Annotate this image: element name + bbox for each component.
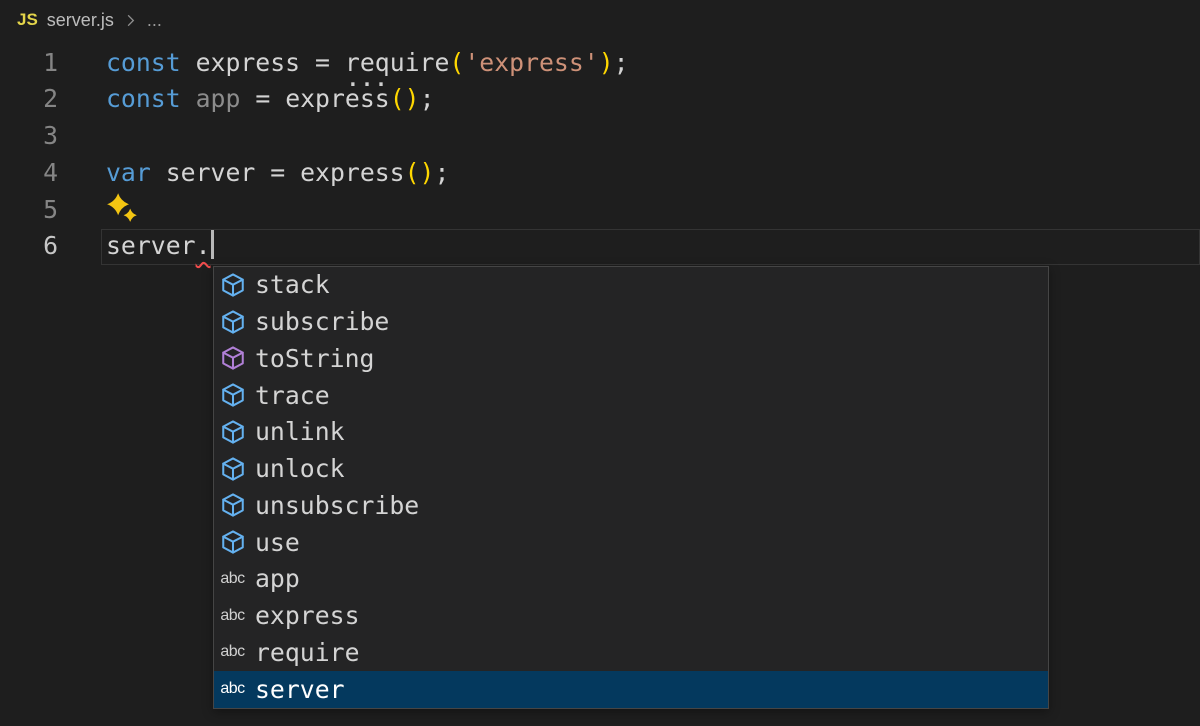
symbol-method-icon: [219, 382, 246, 409]
text-cursor: [211, 230, 214, 259]
code-text: const express = require('express');: [106, 45, 629, 82]
symbol-text-icon: abc: [219, 639, 246, 666]
token-plain: express: [285, 84, 390, 113]
suggest-item-require[interactable]: abc require: [214, 634, 1048, 671]
token-keyword: var: [106, 158, 151, 187]
breadcrumb-ellipsis[interactable]: ...: [147, 10, 162, 31]
token-plain: ;: [434, 158, 449, 187]
token-bracket: (: [449, 48, 464, 77]
token-bracket: (): [390, 84, 420, 113]
symbol-method-icon: [219, 529, 246, 556]
suggest-item-label: server: [255, 675, 345, 704]
token-plain: ;: [420, 84, 435, 113]
token-plain: =: [240, 84, 285, 113]
token-bracket: ): [599, 48, 614, 77]
suggest-item-trace[interactable]: trace: [214, 377, 1048, 414]
token-plain: [181, 84, 196, 113]
code-line[interactable]: 1 const express = require('express');: [0, 45, 1200, 82]
breadcrumb-file-name[interactable]: server.js: [47, 10, 114, 31]
suggest-item-server[interactable]: abc server: [214, 671, 1048, 708]
suggest-item-label: express: [255, 601, 360, 630]
symbol-method-icon: [219, 271, 246, 298]
symbol-text-icon: abc: [219, 602, 246, 629]
symbol-method-icon: [219, 345, 246, 372]
suggest-item-use[interactable]: use: [214, 524, 1048, 561]
code-line[interactable]: 5: [0, 192, 1200, 229]
line-number: 3: [0, 118, 58, 155]
line-number: 5: [0, 192, 58, 229]
suggest-item-app[interactable]: abcapp: [214, 561, 1048, 598]
line-number: 1: [0, 45, 58, 82]
token-plain: ;: [614, 48, 629, 77]
line-number: 6: [0, 228, 58, 265]
token-plain: =: [255, 158, 300, 187]
code-text: server.: [106, 228, 214, 265]
suggest-item-label: subscribe: [255, 307, 389, 336]
suggest-item-label: stack: [255, 270, 330, 299]
suggest-item-label: unlock: [255, 454, 345, 483]
javascript-file-icon: JS: [17, 10, 38, 30]
token-hint: require: [345, 45, 450, 82]
intellisense-suggest-widget: stack subscribe toString trace unlink un…: [213, 266, 1049, 709]
vscode-editor-window: { "breadcrumb": { "file_type_badge": "JS…: [0, 0, 1200, 726]
token-plain: [181, 48, 196, 77]
code-editor-area[interactable]: 1 const express = require('express'); 2 con…: [0, 45, 1200, 266]
suggest-item-label: unsubscribe: [255, 491, 419, 520]
suggest-item-label: trace: [255, 381, 330, 410]
symbol-text-icon: abc: [219, 565, 246, 592]
suggest-item-express[interactable]: abc express: [214, 597, 1048, 634]
token-plain: server: [166, 158, 256, 187]
suggest-item-unlock[interactable]: unlock: [214, 450, 1048, 487]
token-error: .: [196, 231, 211, 260]
suggest-item-toString[interactable]: toString: [214, 340, 1048, 377]
suggest-item-subscribe[interactable]: subscribe: [214, 303, 1048, 340]
token-plain: express: [300, 158, 405, 187]
token-bracket: (): [405, 158, 435, 187]
suggest-item-label: app: [255, 564, 300, 593]
code-line[interactable]: 2 const app = express();: [0, 81, 1200, 118]
suggest-item-label: use: [255, 528, 300, 557]
token-plain: server: [106, 231, 196, 260]
code-text: var server = express();: [106, 155, 449, 192]
copilot-sparkle-icon[interactable]: [106, 192, 139, 222]
symbol-text-icon: abc: [219, 676, 246, 703]
code-line[interactable]: 4 var server = express();: [0, 155, 1200, 192]
chevron-right-icon: [123, 13, 138, 28]
suggest-item-label: unlink: [255, 417, 345, 446]
token-plain: express: [196, 48, 301, 77]
token-dimmed: app: [196, 84, 241, 113]
token-plain: =: [300, 48, 345, 77]
symbol-method-icon: [219, 455, 246, 482]
suggest-item-stack[interactable]: stack: [214, 267, 1048, 304]
code-line[interactable]: 6 server.: [0, 228, 1200, 265]
line-number: 2: [0, 81, 58, 118]
suggest-item-label: toString: [255, 344, 374, 373]
code-line[interactable]: 3: [0, 118, 1200, 155]
code-text: [106, 192, 139, 229]
line-number: 4: [0, 155, 58, 192]
suggest-item-unlink[interactable]: unlink: [214, 414, 1048, 451]
symbol-method-icon: [219, 492, 246, 519]
token-string: 'express': [464, 48, 598, 77]
token-keyword: const: [106, 48, 181, 77]
symbol-method-icon: [219, 418, 246, 445]
token-keyword: const: [106, 84, 181, 113]
token-plain: [151, 158, 166, 187]
code-text: const app = express();: [106, 81, 435, 118]
symbol-method-icon: [219, 308, 246, 335]
suggest-item-unsubscribe[interactable]: unsubscribe: [214, 487, 1048, 524]
breadcrumb: JS server.js ...: [17, 7, 162, 33]
suggest-item-label: require: [255, 638, 360, 667]
